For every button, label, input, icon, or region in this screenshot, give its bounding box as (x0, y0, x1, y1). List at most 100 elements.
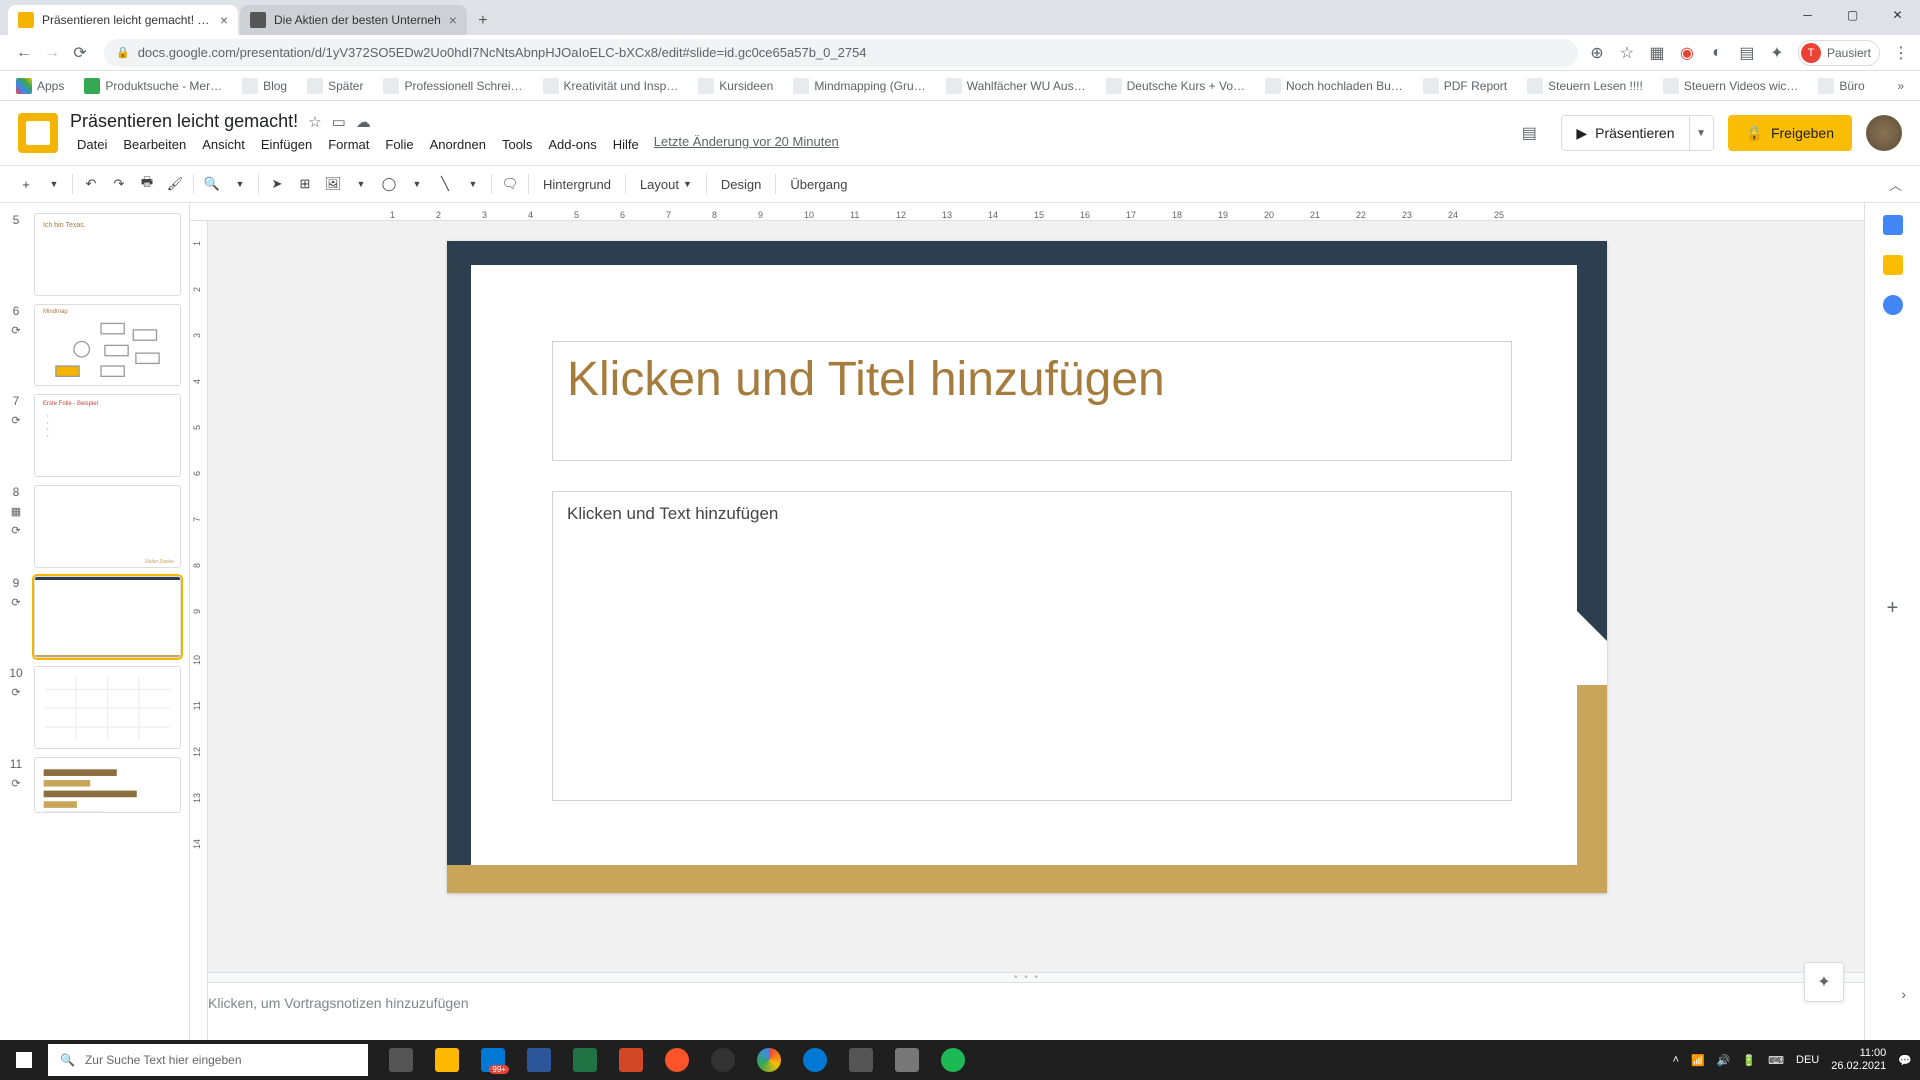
browser-tab[interactable]: Die Aktien der besten Unterneh × (240, 5, 467, 35)
animation-icon[interactable]: ⟳ (11, 324, 20, 337)
background-button[interactable]: Hintergrund (533, 170, 621, 198)
new-tab-button[interactable]: + (469, 7, 497, 35)
thumbnail[interactable]: Vielen Danke (34, 485, 181, 568)
thumbnail[interactable]: Ich bin Texas. (34, 213, 181, 296)
cloud-icon[interactable]: ☁ (356, 113, 371, 131)
menu-tools[interactable]: Tools (495, 134, 539, 155)
menu-addons[interactable]: Add-ons (541, 134, 603, 155)
new-slide-dropdown[interactable]: ▼ (40, 170, 68, 198)
menu-help[interactable]: Hilfe (606, 134, 646, 155)
move-icon[interactable]: ▭ (332, 113, 346, 131)
design-button[interactable]: Design (711, 170, 771, 198)
bookmark[interactable]: Deutsche Kurs + Vo… (1100, 74, 1251, 98)
animation-icon[interactable]: ⟳ (11, 777, 20, 790)
present-dropdown[interactable]: ▼ (1690, 115, 1714, 151)
slide-thumb[interactable]: 8▦⟳ Vielen Danke (0, 481, 189, 572)
window-maximize[interactable]: ▢ (1830, 0, 1875, 30)
line-tool[interactable]: ╲ (431, 170, 459, 198)
slide-thumb[interactable]: 6⟳ Mindmap (0, 300, 189, 391)
brave-icon[interactable] (654, 1040, 700, 1080)
window-close[interactable]: ✕ (1875, 0, 1920, 30)
slide-filmstrip[interactable]: 5 Ich bin Texas. 6⟳ Mindmap 7⟳ Erste Fol… (0, 203, 190, 1040)
line-dropdown[interactable]: ▼ (459, 170, 487, 198)
bookmark[interactable]: Büro (1812, 74, 1870, 98)
notes-resize-handle[interactable]: • • • (190, 972, 1864, 982)
textbox-tool[interactable]: ⊞ (291, 170, 319, 198)
thumbnail[interactable] (34, 757, 181, 813)
redo-button[interactable]: ↷ (105, 170, 133, 198)
bookmark[interactable]: Mindmapping (Gru… (787, 74, 931, 98)
shape-dropdown[interactable]: ▼ (403, 170, 431, 198)
profile-button[interactable]: T Pausiert (1798, 40, 1880, 66)
windows-search[interactable]: 🔍 Zur Suche Text hier eingeben (48, 1044, 368, 1076)
chrome-icon[interactable] (746, 1040, 792, 1080)
extensions-icon[interactable]: ✦ (1768, 44, 1786, 62)
bookmark[interactable]: Kursideen (692, 74, 779, 98)
last-edit-link[interactable]: Letzte Änderung vor 20 Minuten (654, 134, 839, 155)
spotify-icon[interactable] (930, 1040, 976, 1080)
powerpoint-icon[interactable] (608, 1040, 654, 1080)
slides-logo[interactable] (18, 113, 58, 153)
menu-insert[interactable]: Einfügen (254, 134, 319, 155)
menu-edit[interactable]: Bearbeiten (116, 134, 193, 155)
thumbnail[interactable]: Erste Folie - Beispiel• • • • (34, 394, 181, 477)
zoom-button[interactable]: 🔍 (198, 170, 226, 198)
word-icon[interactable] (516, 1040, 562, 1080)
select-tool[interactable]: ➤ (263, 170, 291, 198)
obs-icon[interactable] (700, 1040, 746, 1080)
zoom-icon[interactable]: ⊕ (1588, 44, 1606, 62)
bookmark[interactable]: Steuern Videos wic… (1657, 74, 1805, 98)
shape-tool[interactable]: ◯ (375, 170, 403, 198)
url-input[interactable]: 🔒 docs.google.com/presentation/d/1yV372S… (104, 39, 1578, 67)
print-button[interactable]: 🖶 (133, 170, 161, 198)
comments-button[interactable]: ▤ (1511, 115, 1547, 151)
present-button[interactable]: ▶ Präsentieren (1561, 115, 1689, 151)
speaker-notes[interactable]: Klicken, um Vortragsnotizen hinzuzufügen (190, 982, 1864, 1040)
slide-thumb[interactable]: 5 Ich bin Texas. (0, 209, 189, 300)
menu-icon[interactable]: ⋮ (1892, 44, 1910, 62)
slide-thumb[interactable]: 11⟳ (0, 753, 189, 817)
volume-icon[interactable]: 🔊 (1717, 1054, 1731, 1067)
edge-icon[interactable] (792, 1040, 838, 1080)
star-icon[interactable]: ☆ (308, 113, 321, 131)
bookmark[interactable]: Kreativität und Insp… (537, 74, 685, 98)
app-icon[interactable] (884, 1040, 930, 1080)
bookmark[interactable]: Professionell Schrei… (377, 74, 528, 98)
language-indicator[interactable]: DEU (1796, 1054, 1819, 1066)
close-icon[interactable]: × (449, 12, 457, 28)
bookmarks-overflow[interactable]: » (1891, 79, 1910, 93)
slide-thumb[interactable]: 10⟳ (0, 662, 189, 753)
explorer-icon[interactable] (424, 1040, 470, 1080)
share-button[interactable]: 🔒 Freigeben (1728, 115, 1852, 151)
extension-icon[interactable]: ◉ (1678, 44, 1696, 62)
slide-thumb[interactable]: 7⟳ Erste Folie - Beispiel• • • • (0, 390, 189, 481)
image-tool[interactable]: 🖼 (319, 170, 347, 198)
menu-file[interactable]: Datei (70, 134, 114, 155)
bookmark[interactable]: Wahlfächer WU Aus… (940, 74, 1092, 98)
close-icon[interactable]: × (220, 12, 228, 28)
body-placeholder[interactable]: Klicken und Text hinzufügen (552, 491, 1512, 801)
animation-icon[interactable]: ⟳ (11, 414, 20, 427)
menu-slide[interactable]: Folie (378, 134, 420, 155)
title-placeholder[interactable]: Klicken und Titel hinzufügen (552, 341, 1512, 461)
new-slide-button[interactable]: + (12, 170, 40, 198)
undo-button[interactable]: ↶ (77, 170, 105, 198)
thumbnail[interactable] (34, 666, 181, 749)
clock[interactable]: 11:00 26.02.2021 (1831, 1047, 1886, 1073)
back-button[interactable]: ← (10, 39, 38, 67)
slide-thumb[interactable]: 9⟳ (0, 572, 189, 663)
document-title[interactable]: Präsentieren leicht gemacht! (70, 111, 298, 132)
bookmark[interactable]: Später (301, 74, 369, 98)
qr-icon[interactable]: ▦ (1648, 44, 1666, 62)
tray-expand[interactable]: ˄ (1673, 1054, 1679, 1066)
animation-icon[interactable]: ⟳ (11, 686, 20, 699)
animation-icon[interactable]: ⟳ (11, 524, 20, 537)
transition-button[interactable]: Übergang (780, 170, 857, 198)
apps-button[interactable]: Apps (10, 74, 70, 98)
user-avatar[interactable] (1866, 115, 1902, 151)
bookmark[interactable]: Noch hochladen Bu… (1259, 74, 1409, 98)
comment-tool[interactable]: 🗨 (496, 170, 524, 198)
network-icon[interactable]: 📶 (1691, 1054, 1705, 1067)
excel-icon[interactable] (562, 1040, 608, 1080)
forward-button[interactable]: → (38, 39, 66, 67)
